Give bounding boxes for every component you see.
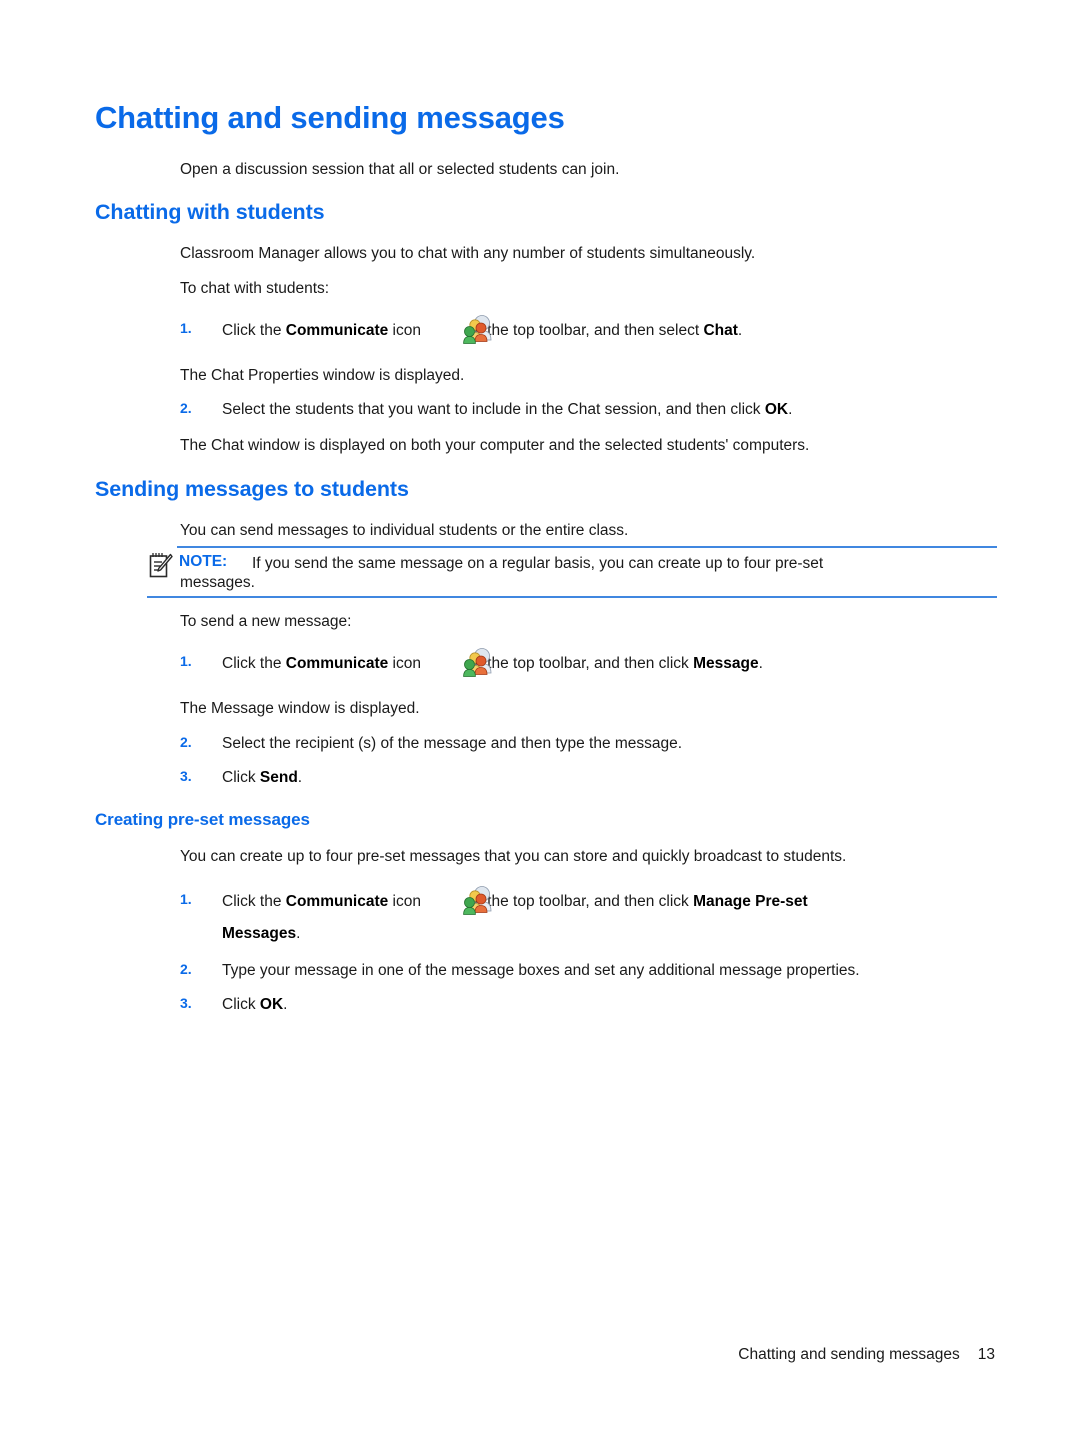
step-bold-ok: OK	[259, 996, 284, 1013]
list-number: 1.	[180, 891, 192, 907]
list-item: Click the Communicate icon on the top to…	[222, 892, 808, 911]
heading-chatting-with-students: Chatting with students	[95, 200, 325, 224]
footer-page-number: 13	[977, 1346, 995, 1363]
step-text-before: Click the	[222, 322, 286, 339]
step-text-end: .	[788, 401, 793, 418]
intro-paragraph: Open a discussion session that all or se…	[180, 161, 620, 178]
step-text-before: Click the	[222, 655, 286, 672]
list-number: 3.	[180, 995, 192, 1011]
list-item: Click OK.	[222, 995, 287, 1014]
chatting-result-2: The Chat window is displayed on both you…	[180, 437, 810, 454]
step-bold-send: Send	[259, 769, 298, 786]
step-bold-communicate: Communicate	[285, 322, 389, 339]
sending-paragraph-1: You can send messages to individual stud…	[180, 522, 629, 539]
step-text-end: .	[296, 925, 301, 942]
step-text-mid: icon	[388, 655, 426, 672]
list-number: 2.	[180, 400, 192, 416]
list-number: 1.	[180, 320, 192, 336]
list-item: Select the students that you want to inc…	[222, 400, 792, 419]
step-text-after: on the top toolbar, and then click	[461, 655, 694, 672]
step-text-before: Click	[222, 996, 260, 1013]
step-bold-message: Message	[693, 655, 759, 672]
communicate-people-icon	[463, 886, 492, 915]
heading-sending-messages: Sending messages to students	[95, 477, 409, 501]
footer-chapter-title: Chatting and sending messages	[738, 1346, 960, 1363]
heading-creating-preset-messages: Creating pre-set messages	[95, 810, 310, 829]
sending-paragraph-2: To send a new message:	[180, 613, 352, 630]
step-text-before: Select the students that you want to inc…	[222, 401, 765, 418]
document-page: Chatting and sending messages Open a dis…	[0, 0, 1080, 1437]
step-text-mid: icon	[388, 322, 426, 339]
step-text-mid: icon	[388, 893, 426, 910]
step-text-before: Click	[222, 769, 260, 786]
sending-result-1: The Message window is displayed.	[180, 700, 420, 717]
chatting-paragraph-2: To chat with students:	[180, 280, 330, 297]
chatting-paragraph-1: Classroom Manager allows you to chat wit…	[180, 245, 756, 262]
communicate-people-icon	[463, 315, 492, 344]
step-bold-communicate: Communicate	[285, 655, 389, 672]
note-text-line2: messages.	[180, 574, 255, 591]
communicate-people-icon	[463, 648, 492, 677]
step-text-end: .	[297, 769, 303, 786]
list-number: 2.	[180, 961, 192, 977]
list-item-continuation: Messages.	[222, 924, 300, 943]
list-number: 3.	[180, 768, 192, 784]
step-text-end: .	[758, 655, 763, 672]
list-item: Type your message in one of the message …	[222, 962, 860, 979]
note-rule-top	[177, 546, 997, 548]
list-item: Select the recipient (s) of the message …	[222, 735, 683, 752]
preset-paragraph-1: You can create up to four pre-set messag…	[180, 848, 847, 865]
step-text-end: .	[737, 322, 743, 339]
page-footer: Chatting and sending messages 13	[738, 1346, 995, 1364]
list-number: 2.	[180, 734, 192, 750]
step-bold-chat: Chat	[703, 322, 738, 339]
step-text-before: Click the	[222, 893, 286, 910]
step-bold-messages: Messages	[222, 925, 297, 942]
list-item: Click Send.	[222, 768, 302, 787]
step-bold-manage-preset: Manage Pre-set	[693, 893, 808, 910]
step-bold-ok: OK	[764, 401, 789, 418]
chatting-result-1: The Chat Properties window is displayed.	[180, 367, 465, 384]
note-rule-bottom	[147, 596, 997, 598]
note-pad-pencil-icon	[149, 553, 173, 578]
step-text-end: .	[283, 996, 288, 1013]
note-text-line1: If you send the same message on a regula…	[252, 555, 824, 572]
step-text-after: on the top toolbar, and then select	[461, 322, 704, 339]
list-number: 1.	[180, 653, 192, 669]
step-bold-communicate: Communicate	[285, 893, 389, 910]
step-text-after: on the top toolbar, and then click	[461, 893, 694, 910]
note-label: NOTE:	[179, 553, 228, 570]
page-title: Chatting and sending messages	[95, 100, 565, 135]
